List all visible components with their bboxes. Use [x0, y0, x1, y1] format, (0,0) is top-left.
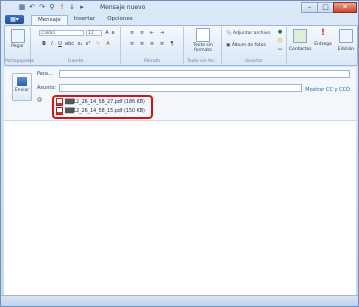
group-editing[interactable]: Edición — [335, 27, 357, 64]
priority-flag-icon: ! — [320, 28, 326, 38]
emoticon-icon[interactable]: ☺ — [277, 38, 283, 44]
paragraph-options-icon[interactable]: ¶ — [169, 41, 175, 47]
superscript-icon[interactable]: x² — [85, 41, 91, 47]
photo-icon: ▣ — [226, 43, 231, 48]
group-label-insert: Insertar — [245, 59, 263, 64]
group-label-font: Fuente — [67, 59, 84, 64]
redo-icon[interactable]: ↷ — [38, 3, 46, 11]
font-color-icon[interactable]: A — [105, 41, 111, 47]
quick-access-toolbar: ▦ ↶ ↷ ⚲ ! ↓ ▸ — [18, 3, 86, 11]
photo-album-button[interactable]: ▣ Álbum de fotos — [226, 43, 266, 48]
justify-icon[interactable]: ≡ — [159, 41, 165, 47]
minimize-button[interactable]: – — [301, 2, 318, 13]
send-envelope-icon — [17, 77, 27, 86]
ribbon-tabs: ▦▾ Mensaje Insertar Opciones — [5, 15, 139, 25]
align-center-icon[interactable]: ≡ — [139, 41, 145, 47]
bold-icon[interactable]: B — [41, 41, 47, 47]
group-clipboard: Pegar Portapapeles — [5, 27, 35, 64]
priority-icon[interactable]: ! — [58, 3, 66, 11]
shrink-font-icon[interactable]: a — [110, 30, 116, 36]
message-body[interactable] — [4, 121, 356, 296]
italic-icon[interactable]: I — [49, 41, 55, 47]
font-family-select[interactable]: Calibri — [39, 30, 84, 36]
align-right-icon[interactable]: ≡ — [149, 41, 155, 47]
group-label-plaintext: Texto sin for... — [186, 59, 219, 64]
subscript-icon[interactable]: x₂ — [77, 41, 83, 47]
ribbon: Pegar Portapapeles Calibri 12 A a B I U … — [4, 25, 358, 66]
increase-indent-icon[interactable]: ⇥ — [159, 30, 165, 36]
group-font: Calibri 12 A a B I U abc x₂ x² ✎ A Fuent… — [31, 27, 121, 64]
font-size-select[interactable]: 12 — [86, 30, 102, 36]
down-arrow-icon[interactable]: ↓ — [68, 3, 76, 11]
window-title: Mensaje nuevo — [100, 4, 146, 11]
group-contacts[interactable]: Contactos — [289, 27, 312, 64]
strikethrough-icon[interactable]: abc — [65, 41, 74, 47]
send-icon[interactable]: ▸ — [78, 3, 86, 11]
align-left-icon[interactable]: ≡ — [129, 41, 135, 47]
document-icon — [196, 28, 210, 42]
group-label-clipboard: Portapapeles — [5, 59, 35, 64]
group-label-delivery: Entrega — [314, 42, 332, 47]
attach-icon[interactable]: ⚲ — [48, 3, 56, 11]
group-insert: 📎 Adjuntar archivo ▣ Álbum de fotos ● ☺ … — [222, 27, 287, 64]
to-label[interactable]: Para... — [37, 71, 53, 77]
paste-button[interactable]: Pegar — [8, 29, 27, 49]
tab-opciones[interactable]: Opciones — [101, 15, 138, 24]
group-plaintext: Texto sin formato Texto sin for... — [184, 27, 222, 64]
group-paragraph: ≡ ≡ ⇤ ⇥ ≡ ≡ ≡ ≡ ¶ Párrafo — [121, 27, 184, 64]
tab-insertar[interactable]: Insertar — [68, 15, 101, 24]
tab-mensaje[interactable]: Mensaje — [31, 15, 68, 25]
save-icon[interactable]: ▦ — [18, 3, 26, 11]
paperclip-icon: 📎 — [226, 31, 232, 36]
close-button[interactable]: ✕ — [333, 2, 357, 13]
contacts-icon — [293, 29, 307, 43]
undo-icon[interactable]: ↶ — [28, 3, 36, 11]
plain-text-button[interactable]: Texto sin formato — [189, 28, 217, 53]
clipboard-icon — [10, 29, 25, 43]
attachments-label: @ — [37, 97, 42, 103]
subject-field[interactable] — [59, 84, 302, 92]
hyperlink-icon[interactable]: ⚯ — [277, 47, 283, 53]
show-cc-bcc-link[interactable]: Mostrar CC y CCO — [305, 87, 350, 93]
window-controls: – □ ✕ — [301, 2, 357, 13]
to-field[interactable] — [59, 70, 350, 78]
bullets-icon[interactable]: ≡ — [129, 30, 135, 36]
title-bar: ▦ ↶ ↷ ⚲ ! ↓ ▸ Mensaje nuevo – □ ✕ — [2, 2, 359, 14]
status-bar — [1, 295, 358, 306]
attachments-highlight — [52, 95, 153, 119]
highlight-color-icon[interactable]: ✎ — [95, 41, 101, 47]
attach-file-button[interactable]: 📎 Adjuntar archivo — [226, 31, 270, 36]
group-delivery[interactable]: ! Entrega — [312, 27, 334, 64]
decrease-indent-icon[interactable]: ⇤ — [149, 30, 155, 36]
maximize-button[interactable]: □ — [317, 2, 334, 13]
group-label-paragraph: Párrafo — [144, 59, 160, 64]
mail-window: ▦ ↶ ↷ ⚲ ! ↓ ▸ Mensaje nuevo – □ ✕ ▦▾ Men… — [0, 0, 359, 307]
signature-icon[interactable]: ● — [277, 29, 283, 35]
subject-label: Asunto: — [37, 85, 57, 91]
send-button[interactable]: Enviar — [12, 73, 32, 101]
underline-icon[interactable]: U — [57, 41, 63, 47]
group-label-contacts: Contactos — [289, 47, 312, 52]
group-label-editing: Edición — [337, 47, 355, 52]
app-menu-button[interactable]: ▦▾ — [5, 15, 24, 24]
editing-icon — [339, 29, 353, 43]
numbering-icon[interactable]: ≡ — [139, 30, 145, 36]
